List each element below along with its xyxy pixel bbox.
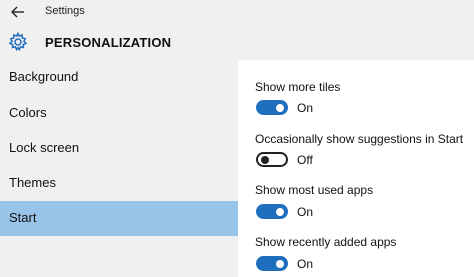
- settings-window: Settings PERSONALIZATION Background Colo…: [0, 0, 474, 277]
- sidebar-item-background[interactable]: Background: [0, 60, 238, 95]
- setting-label-suggestions: Occasionally show suggestions in Start: [255, 132, 464, 146]
- setting-label-most-used-apps: Show most used apps: [255, 183, 374, 197]
- toggle-knob: [261, 155, 269, 164]
- toggle-knob: [276, 259, 284, 268]
- toggle-state-label: On: [297, 205, 314, 219]
- page-header: PERSONALIZATION: [0, 24, 474, 60]
- sidebar-item-label: Themes: [9, 175, 56, 190]
- toggle-state-label: On: [297, 101, 314, 115]
- toggle-knob: [276, 103, 284, 112]
- suggestions-toggle[interactable]: [256, 152, 288, 167]
- title-bar: Settings: [0, 0, 474, 24]
- setting-label-show-more-tiles: Show more tiles: [255, 80, 341, 94]
- sidebar-item-start[interactable]: Start: [0, 201, 238, 236]
- sidebar-item-label: Lock screen: [9, 140, 80, 155]
- page-title: PERSONALIZATION: [45, 35, 172, 50]
- sidebar-item-themes[interactable]: Themes: [0, 166, 238, 201]
- sidebar: Background Colors Lock screen Themes Sta…: [0, 60, 238, 277]
- gear-icon: [8, 31, 28, 52]
- sidebar-item-label: Background: [9, 69, 79, 84]
- most-used-apps-toggle[interactable]: [256, 204, 288, 219]
- sidebar-item-label: Colors: [9, 105, 47, 120]
- back-arrow-icon[interactable]: [10, 4, 26, 20]
- settings-content: Show more tiles On Occasionally show sug…: [238, 60, 474, 277]
- toggle-knob: [276, 207, 284, 216]
- toggle-state-label: Off: [297, 153, 313, 167]
- toggle-state-label: On: [297, 257, 314, 271]
- sidebar-item-colors[interactable]: Colors: [0, 96, 238, 131]
- sidebar-item-label: Start: [9, 210, 37, 225]
- setting-label-recently-added-apps: Show recently added apps: [255, 235, 397, 249]
- recently-added-apps-toggle[interactable]: [256, 256, 288, 271]
- app-title: Settings: [45, 5, 85, 17]
- sidebar-item-lock-screen[interactable]: Lock screen: [0, 131, 238, 166]
- show-more-tiles-toggle[interactable]: [256, 100, 288, 115]
